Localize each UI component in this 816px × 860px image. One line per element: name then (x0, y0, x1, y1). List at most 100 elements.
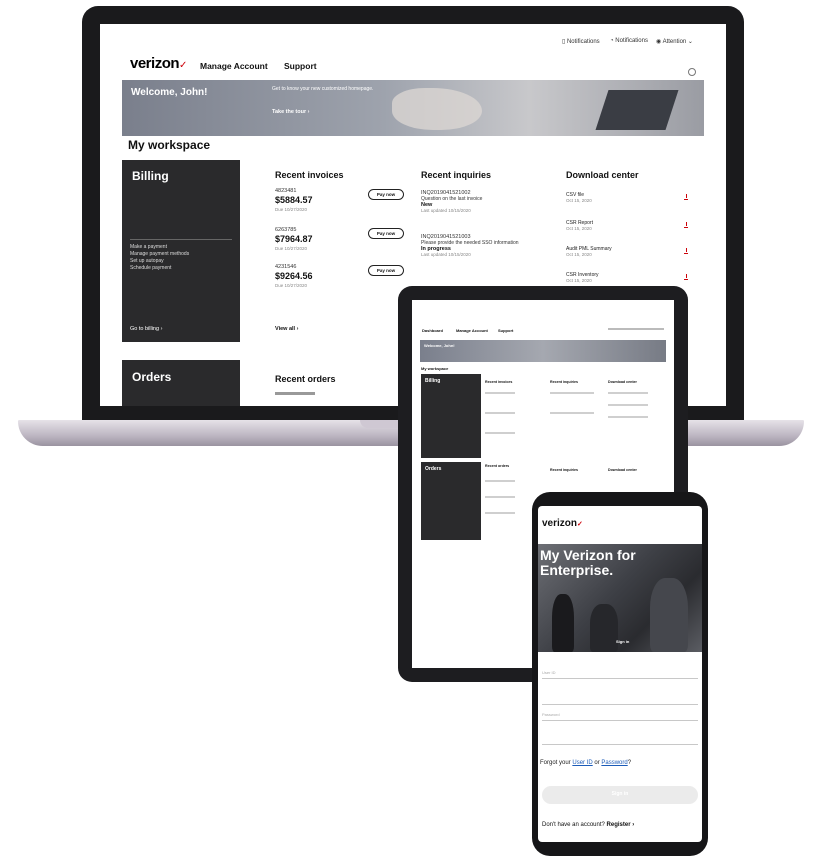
search-icon[interactable] (688, 68, 696, 76)
alerts-link[interactable]: ◔ Notifications (610, 38, 648, 44)
invoice-due: Due 10/27/2020 (275, 283, 308, 288)
forgot-user-id-link[interactable]: User ID (572, 760, 592, 766)
tablet-nav-dashboard[interactable]: Dashboard (422, 328, 443, 333)
tablet-invoice-line (485, 392, 515, 394)
sign-in-button[interactable]: Sign in (542, 786, 698, 804)
utility-bar: ▯ Notifications ◔ Notifications ◉ Attent… (100, 34, 726, 48)
download-row: Audit PML Summary Oct 15, 2020 (566, 246, 690, 257)
tablet-invoice-line (485, 412, 515, 414)
verizon-logo[interactable]: verizon✓ (130, 55, 187, 73)
invoice-amount: $5884.57 (275, 195, 313, 205)
divider (130, 239, 232, 240)
view-all-invoices-link[interactable]: View all › (275, 326, 298, 332)
account-menu[interactable]: ◉ Attention ⌄ (656, 38, 693, 45)
download-center-title: Download center (566, 170, 639, 180)
tablet-orders-title: Orders (425, 466, 442, 472)
register-link[interactable]: Register › (607, 822, 635, 828)
tablet-inquiry-line (550, 392, 594, 394)
phone-hero: My Verizon for Enterprise. Sign in (538, 544, 702, 652)
page-title: My workspace (128, 138, 211, 152)
download-row: CSR Inventory Oct 15, 2020 (566, 272, 690, 283)
hero-person-image (650, 578, 688, 652)
download-icon[interactable] (684, 222, 688, 228)
phone-headline: My Verizon for Enterprise. (540, 547, 636, 578)
tablet-download-line (608, 404, 648, 406)
download-icon[interactable] (684, 194, 688, 200)
go-to-billing-link[interactable]: Go to billing › (130, 326, 162, 332)
tablet-download-center-title-2: Download center (608, 468, 637, 472)
invoice-id[interactable]: 4823481 (275, 188, 296, 194)
tablet-download-line (608, 416, 648, 418)
checkmark-icon: ✓ (179, 60, 188, 71)
download-row: CSV file Oct 15, 2020 (566, 192, 690, 203)
tablet-nav-support[interactable]: Support (498, 328, 513, 333)
schedule-payment-link[interactable]: Schedule payment (130, 265, 189, 272)
invoice-due: Due 10/27/2020 (275, 246, 308, 251)
tablet-order-line (485, 512, 515, 514)
main-nav: verizon✓ Manage Account Support (130, 54, 726, 76)
invoice-row: 6263785 $7964.87 Due 10/27/2020 Pay now (275, 227, 404, 261)
inquiry-row: INQ2019041521002 Question on the last in… (421, 190, 553, 213)
take-tour-link[interactable]: Take the tour › (272, 109, 310, 115)
invoice-amount: $9264.56 (275, 271, 313, 281)
tablet-download-line (608, 392, 648, 394)
pay-now-button[interactable]: Pay now (368, 265, 404, 276)
tablet-utility-bar (608, 328, 664, 330)
invoice-id[interactable]: 6263785 (275, 227, 296, 233)
tablet-invoice-line (485, 432, 515, 434)
autopay-link[interactable]: Set up autopay (130, 258, 189, 265)
register-row: Don't have an account? Register › (542, 822, 635, 828)
tablet-welcome-heading: Welcome, John! (424, 343, 455, 348)
hero-image (392, 88, 482, 130)
tablet-recent-inquiries-title: Recent inquiries (550, 380, 578, 384)
forgot-password-link[interactable]: Password (601, 760, 627, 766)
tablet-inquiry-line (550, 412, 594, 414)
user-id-field[interactable]: User ID (542, 670, 698, 679)
nav-manage-account[interactable]: Manage Account (200, 61, 268, 71)
download-date: Oct 15, 2020 (566, 198, 592, 203)
phone-screen: verizon✓ My Verizon for Enterprise. Sign… (538, 506, 702, 842)
download-date: Oct 15, 2020 (566, 278, 592, 283)
welcome-heading: Welcome, John! (131, 87, 208, 98)
password-field[interactable]: Password (542, 712, 698, 721)
hero-person-image (552, 594, 574, 652)
invoice-id[interactable]: 4231546 (275, 264, 296, 270)
invoice-row: 4231546 $9264.56 Due 10/27/2020 Pay now (275, 264, 404, 298)
phone-hero-caption: Sign in (616, 639, 630, 644)
user-id-input[interactable] (542, 696, 698, 705)
tablet-billing-title: Billing (425, 378, 441, 384)
password-input[interactable] (542, 736, 698, 745)
orders-title: Orders (132, 370, 172, 384)
recent-inquiries-title: Recent inquiries (421, 170, 492, 180)
billing-card: Billing Make a payment Manage payment me… (122, 160, 240, 342)
phone-verizon-logo[interactable]: verizon✓ (542, 518, 583, 529)
notifications-link[interactable]: ▯ Notifications (562, 38, 600, 45)
inquiry-date: Last updated 10/15/2020 (421, 252, 471, 257)
recent-orders-title: Recent orders (275, 374, 336, 384)
tablet-orders-card: Orders (421, 462, 481, 540)
billing-title: Billing (132, 169, 169, 183)
manage-payment-link[interactable]: Manage payment methods (130, 251, 189, 258)
tablet-billing-card: Billing (421, 374, 481, 458)
promo-text: Get to know your new customized homepage… (272, 86, 374, 92)
forgot-credentials: Forgot your User ID or Password? (540, 760, 632, 766)
pay-now-button[interactable]: Pay now (368, 228, 404, 239)
tablet-welcome-banner: Welcome, John! (420, 340, 666, 362)
tablet-nav-manage-account[interactable]: Manage Account (456, 328, 488, 333)
tablet-order-line (485, 496, 515, 498)
welcome-banner: Welcome, John! Get to know your new cust… (122, 80, 704, 136)
tablet-order-line (485, 480, 515, 482)
make-payment-link[interactable]: Make a payment (130, 244, 189, 251)
pay-now-button[interactable]: Pay now (368, 189, 404, 200)
nav-support[interactable]: Support (284, 61, 317, 71)
hero-person-image (590, 604, 618, 652)
recent-invoices-title: Recent invoices (275, 170, 344, 180)
tablet-recent-invoices-title: Recent invoices (485, 380, 513, 384)
download-icon[interactable] (684, 248, 688, 254)
download-icon[interactable] (684, 274, 688, 280)
order-row-placeholder (275, 392, 315, 395)
tablet-download-center-title: Download center (608, 380, 637, 384)
invoice-due: Due 10/27/2020 (275, 207, 308, 212)
hero-laptop-image (595, 90, 679, 130)
inquiry-row: INQ2019041521003 Please provide the need… (421, 234, 553, 257)
